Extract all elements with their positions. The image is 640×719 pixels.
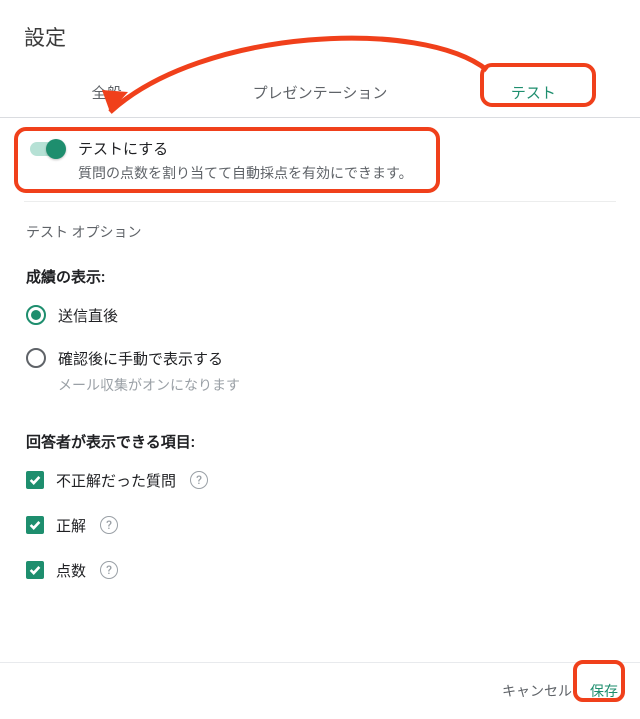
check-incorrect-label: 不正解だった質問: [56, 470, 176, 491]
help-icon[interactable]: ?: [100, 516, 118, 534]
make-quiz-row: テストにする 質問の点数を割り当てて自動採点を有効にできます。: [24, 118, 616, 202]
check-correct-row[interactable]: 正解 ?: [24, 507, 616, 544]
check-incorrect-row[interactable]: 不正解だった質問 ?: [24, 462, 616, 499]
tab-presentation[interactable]: プレゼンテーション: [213, 70, 426, 117]
radio-manual-sub: メール収集がオンになります: [58, 375, 616, 399]
settings-dialog: 設定 全般 プレゼンテーション テスト テストにする 質問の点数を割り当てて自動…: [0, 0, 640, 719]
cancel-button[interactable]: キャンセル: [502, 681, 572, 701]
checkmark-icon: [28, 563, 42, 577]
tab-general[interactable]: 全般: [0, 70, 213, 117]
radio-immediate[interactable]: [26, 305, 46, 325]
make-quiz-label: テストにする: [78, 138, 413, 161]
check-points-label: 点数: [56, 560, 86, 581]
checkbox-points[interactable]: [26, 561, 44, 579]
make-quiz-desc: 質問の点数を割り当てて自動採点を有効にできます。: [78, 163, 413, 183]
grades-display-label: 成績の表示:: [24, 252, 616, 297]
save-button[interactable]: 保存: [590, 681, 618, 701]
radio-manual-row[interactable]: 確認後に手動で表示する: [24, 340, 616, 377]
make-quiz-text: テストにする 質問の点数を割り当てて自動採点を有効にできます。: [78, 138, 413, 183]
dialog-title: 設定: [0, 0, 640, 70]
toggle-knob: [46, 139, 66, 159]
tab-presentation-label: プレゼンテーション: [253, 84, 388, 102]
check-correct-label: 正解: [56, 515, 86, 536]
checkbox-incorrect[interactable]: [26, 471, 44, 489]
radio-manual-label: 確認後に手動で表示する: [58, 348, 223, 369]
tab-test-label: テスト: [511, 84, 556, 102]
footer: キャンセル 保存: [0, 662, 640, 719]
content: テストにする 質問の点数を割り当てて自動採点を有効にできます。 テスト オプショ…: [0, 118, 640, 589]
visible-items-label: 回答者が表示できる項目:: [24, 417, 616, 462]
checkbox-correct[interactable]: [26, 516, 44, 534]
help-icon[interactable]: ?: [100, 561, 118, 579]
section-heading: テスト オプション: [24, 202, 616, 252]
checkmark-icon: [28, 518, 42, 532]
tab-general-label: 全般: [92, 84, 122, 102]
make-quiz-toggle[interactable]: [30, 142, 64, 156]
help-icon[interactable]: ?: [190, 471, 208, 489]
check-points-row[interactable]: 点数 ?: [24, 552, 616, 589]
tabs: 全般 プレゼンテーション テスト: [0, 70, 640, 118]
radio-manual[interactable]: [26, 348, 46, 368]
checkmark-icon: [28, 473, 42, 487]
radio-immediate-label: 送信直後: [58, 305, 118, 326]
tab-test[interactable]: テスト: [427, 70, 640, 117]
radio-immediate-row[interactable]: 送信直後: [24, 297, 616, 334]
